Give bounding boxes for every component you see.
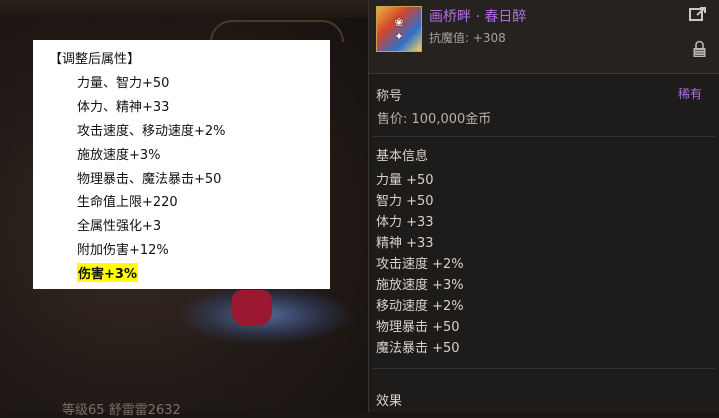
stat-line: 力量 +50 — [376, 173, 434, 188]
item-icon-art: ❀ ✦ — [394, 16, 404, 43]
basic-info-heading: 基本信息 — [376, 149, 429, 164]
attr-line: 力量、智力+50 — [77, 76, 170, 91]
effect-heading: 效果 — [376, 394, 403, 409]
attr-line: 附加伤害+12% — [77, 243, 169, 258]
attr-line: 施放速度+3% — [77, 148, 161, 163]
item-header: ❀ ✦ 画桥畔 · 春日醉 抗魔值: +308 — [369, 0, 719, 74]
sell-price: 售价: 100,000金币 — [377, 112, 492, 127]
attr-line-highlighted: 伤害+3% — [77, 263, 138, 282]
character-figure[interactable] — [232, 290, 272, 326]
stat-line: 移动速度 +2% — [376, 299, 464, 314]
rarity-badge: 稀有 — [678, 87, 703, 101]
stat-line: 体力 +33 — [376, 215, 434, 230]
attr-line: 攻击速度、移动速度+2% — [77, 124, 226, 139]
top-bar-strip — [0, 0, 368, 18]
item-icon[interactable]: ❀ ✦ — [376, 6, 422, 52]
popup-title: 【调整后属性】 — [49, 52, 141, 67]
attr-line: 生命值上限+220 — [77, 195, 178, 210]
share-icon[interactable] — [689, 6, 707, 22]
lock-icon[interactable] — [692, 40, 707, 58]
stat-line: 攻击速度 +2% — [376, 257, 464, 272]
item-name: 画桥畔 · 春日醉 — [429, 9, 527, 25]
item-type-label: 称号 — [376, 89, 403, 104]
stat-line: 魔法暴击 +50 — [376, 341, 460, 356]
item-tooltip-panel: ❀ ✦ 画桥畔 · 春日醉 抗魔值: +308 称号 稀有 售价: 100,000… — [368, 0, 719, 412]
adjusted-attributes-popup: 【调整后属性】 力量、智力+50 体力、精神+33 攻击速度、移动速度+2% 施… — [33, 40, 330, 289]
item-resist-value: 抗魔值: +308 — [429, 31, 506, 45]
attr-line: 全属性强化+3 — [77, 219, 162, 234]
divider — [373, 368, 716, 369]
scene-arch — [210, 20, 344, 42]
stat-line: 物理暴击 +50 — [376, 320, 460, 335]
attr-line: 体力、精神+33 — [77, 100, 170, 115]
divider — [373, 136, 716, 137]
stat-line: 智力 +50 — [376, 194, 434, 209]
stat-line: 精神 +33 — [376, 236, 434, 251]
attr-line: 物理暴击、魔法暴击+50 — [77, 172, 222, 187]
character-caption: 等级65 舒雷雷2632 — [62, 403, 181, 418]
stat-line: 施放速度 +3% — [376, 278, 464, 293]
